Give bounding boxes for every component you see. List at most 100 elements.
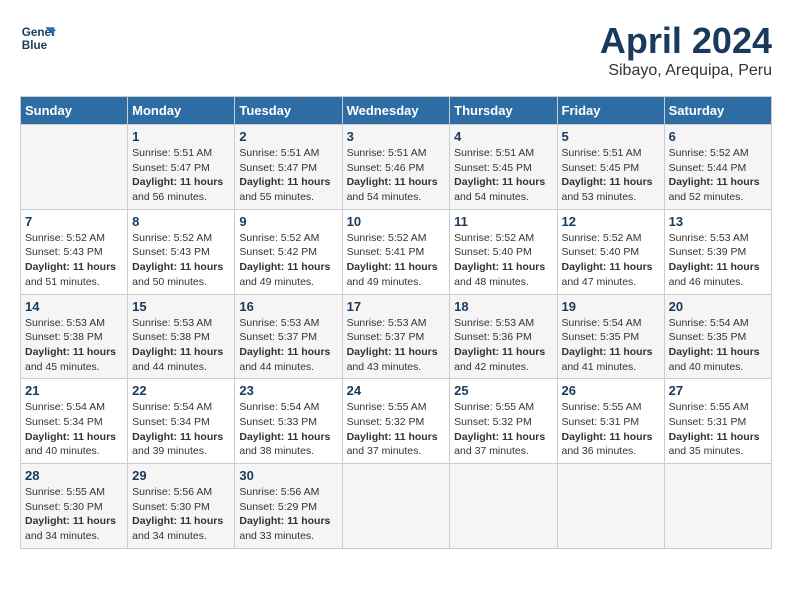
day-number: 20	[669, 299, 767, 314]
day-info: Sunrise: 5:55 AMSunset: 5:31 PMDaylight:…	[669, 400, 767, 459]
calendar-cell: 27 Sunrise: 5:55 AMSunset: 5:31 PMDayligh…	[664, 379, 771, 464]
weekday-header: Friday	[557, 97, 664, 125]
calendar-cell: 29Sunrise: 5:56 AMSunset: 5:30 PMDayligh…	[128, 464, 235, 549]
calendar-cell	[21, 125, 128, 210]
day-number: 12	[562, 214, 660, 229]
day-info: Sunrise: 5:54 AMSunset: 5:33 PMDaylight:…	[239, 400, 337, 459]
calendar-cell: 25 Sunrise: 5:55 AMSunset: 5:32 PMDayligh…	[450, 379, 557, 464]
calendar-cell: 18 Sunrise: 5:53 AMSunset: 5:36 PMDayligh…	[450, 294, 557, 379]
weekday-header: Saturday	[664, 97, 771, 125]
day-number: 29	[132, 468, 230, 483]
day-info: Sunrise: 5:51 AMSunset: 5:45 PMDaylight:…	[454, 146, 552, 205]
day-info: Sunrise: 5:52 AMSunset: 5:43 PMDaylight:…	[132, 231, 230, 290]
day-number: 28	[25, 468, 123, 483]
calendar-cell: 8 Sunrise: 5:52 AMSunset: 5:43 PMDaylight…	[128, 209, 235, 294]
calendar-cell: 14Sunrise: 5:53 AMSunset: 5:38 PMDayligh…	[21, 294, 128, 379]
day-info: Sunrise: 5:55 AMSunset: 5:32 PMDaylight:…	[454, 400, 552, 459]
calendar-week-row: 14 Sunrise: 5:53 AMSunset: 5:38 PMDayligh…	[21, 294, 772, 379]
calendar-cell: 26 Sunrise: 5:55 AMSunset: 5:31 PMDayligh…	[557, 379, 664, 464]
day-info: Sunrise: 5:52 AMSunset: 5:41 PMDaylight:…	[347, 231, 446, 290]
day-number: 10	[347, 214, 446, 229]
calendar-cell: 12 Sunrise: 5:52 AMSunset: 5:40 PMDayligh…	[557, 209, 664, 294]
day-number: 16	[239, 299, 337, 314]
day-number: 14	[25, 299, 123, 314]
calendar-cell	[342, 464, 450, 549]
day-number: 21	[25, 383, 123, 398]
day-info: Sunrise: 5:56 AMSunset: 5:29 PMDaylight:…	[239, 485, 337, 544]
day-info: Sunrise: 5:52 AMSunset: 5:43 PMDaylight:…	[25, 231, 123, 290]
calendar-cell: 7Sunrise: 5:52 AMSunset: 5:43 PMDaylight…	[21, 209, 128, 294]
calendar-cell: 10 Sunrise: 5:52 AMSunset: 5:41 PMDayligh…	[342, 209, 450, 294]
calendar-cell: 20 Sunrise: 5:54 AMSunset: 5:35 PMDayligh…	[664, 294, 771, 379]
day-info: Sunrise: 5:51 AMSunset: 5:46 PMDaylight:…	[347, 146, 446, 205]
day-number: 9	[239, 214, 337, 229]
day-number: 17	[347, 299, 446, 314]
weekday-header: Wednesday	[342, 97, 450, 125]
day-number: 24	[347, 383, 446, 398]
calendar-cell: 30 Sunrise: 5:56 AMSunset: 5:29 PMDayligh…	[235, 464, 342, 549]
svg-text:Blue: Blue	[22, 39, 48, 52]
day-number: 26	[562, 383, 660, 398]
day-number: 25	[454, 383, 552, 398]
day-number: 22	[132, 383, 230, 398]
day-number: 23	[239, 383, 337, 398]
day-info: Sunrise: 5:52 AMSunset: 5:42 PMDaylight:…	[239, 231, 337, 290]
day-number: 1	[132, 129, 230, 144]
weekday-header: Thursday	[450, 97, 557, 125]
day-info: Sunrise: 5:53 AMSunset: 5:37 PMDaylight:…	[347, 316, 446, 375]
calendar-cell: 28 Sunrise: 5:55 AMSunset: 5:30 PMDayligh…	[21, 464, 128, 549]
day-info: Sunrise: 5:51 AMSunset: 5:45 PMDaylight:…	[562, 146, 660, 205]
day-number: 30	[239, 468, 337, 483]
calendar-cell: 15 Sunrise: 5:53 AMSunset: 5:38 PMDayligh…	[128, 294, 235, 379]
logo-icon: General Blue	[20, 20, 56, 56]
calendar-week-row: 21 Sunrise: 5:54 AMSunset: 5:34 PMDayligh…	[21, 379, 772, 464]
day-info: Sunrise: 5:54 AMSunset: 5:34 PMDaylight:…	[132, 400, 230, 459]
calendar-week-row: 1 Sunrise: 5:51 AMSunset: 5:47 PMDaylight…	[21, 125, 772, 210]
page-header: General Blue General Blue April 2024 Sib…	[20, 20, 772, 80]
day-info: Sunrise: 5:54 AMSunset: 5:34 PMDaylight:…	[25, 400, 123, 459]
day-info: Sunrise: 5:53 AMSunset: 5:36 PMDaylight:…	[454, 316, 552, 375]
day-number: 18	[454, 299, 552, 314]
calendar-cell: 4 Sunrise: 5:51 AMSunset: 5:45 PMDaylight…	[450, 125, 557, 210]
calendar-cell	[557, 464, 664, 549]
calendar-week-row: 7Sunrise: 5:52 AMSunset: 5:43 PMDaylight…	[21, 209, 772, 294]
calendar-cell: 11Sunrise: 5:52 AMSunset: 5:40 PMDayligh…	[450, 209, 557, 294]
weekday-header-row: SundayMondayTuesdayWednesdayThursdayFrid…	[21, 97, 772, 125]
calendar-table: SundayMondayTuesdayWednesdayThursdayFrid…	[20, 96, 772, 549]
weekday-header: Monday	[128, 97, 235, 125]
day-number: 27	[669, 383, 767, 398]
calendar-cell: 2 Sunrise: 5:51 AMSunset: 5:47 PMDaylight…	[235, 125, 342, 210]
day-info: Sunrise: 5:51 AMSunset: 5:47 PMDaylight:…	[239, 146, 337, 205]
day-info: Sunrise: 5:52 AMSunset: 5:40 PMDaylight:…	[454, 231, 552, 290]
title-section: April 2024 Sibayo, Arequipa, Peru	[600, 20, 772, 80]
day-info: Sunrise: 5:53 AMSunset: 5:39 PMDaylight:…	[669, 231, 767, 290]
day-info: Sunrise: 5:53 AMSunset: 5:38 PMDaylight:…	[132, 316, 230, 375]
calendar-cell: 5Sunrise: 5:51 AMSunset: 5:45 PMDaylight…	[557, 125, 664, 210]
day-info: Sunrise: 5:55 AMSunset: 5:31 PMDaylight:…	[562, 400, 660, 459]
day-number: 8	[132, 214, 230, 229]
logo: General Blue General Blue	[20, 20, 56, 56]
day-number: 3	[347, 129, 446, 144]
calendar-cell: 6 Sunrise: 5:52 AMSunset: 5:44 PMDaylight…	[664, 125, 771, 210]
day-info: Sunrise: 5:54 AMSunset: 5:35 PMDaylight:…	[669, 316, 767, 375]
calendar-cell: 23 Sunrise: 5:54 AMSunset: 5:33 PMDayligh…	[235, 379, 342, 464]
day-info: Sunrise: 5:55 AMSunset: 5:32 PMDaylight:…	[347, 400, 446, 459]
day-info: Sunrise: 5:52 AMSunset: 5:44 PMDaylight:…	[669, 146, 767, 205]
calendar-cell	[450, 464, 557, 549]
calendar-cell: 13Sunrise: 5:53 AMSunset: 5:39 PMDayligh…	[664, 209, 771, 294]
day-number: 15	[132, 299, 230, 314]
calendar-cell: 17 Sunrise: 5:53 AMSunset: 5:37 PMDayligh…	[342, 294, 450, 379]
calendar-cell	[664, 464, 771, 549]
day-number: 19	[562, 299, 660, 314]
calendar-cell: 22 Sunrise: 5:54 AMSunset: 5:34 PMDayligh…	[128, 379, 235, 464]
calendar-week-row: 28 Sunrise: 5:55 AMSunset: 5:30 PMDayligh…	[21, 464, 772, 549]
calendar-cell: 1 Sunrise: 5:51 AMSunset: 5:47 PMDaylight…	[128, 125, 235, 210]
day-info: Sunrise: 5:52 AMSunset: 5:40 PMDaylight:…	[562, 231, 660, 290]
day-number: 6	[669, 129, 767, 144]
day-number: 2	[239, 129, 337, 144]
day-info: Sunrise: 5:55 AMSunset: 5:30 PMDaylight:…	[25, 485, 123, 544]
day-number: 4	[454, 129, 552, 144]
weekday-header: Tuesday	[235, 97, 342, 125]
calendar-cell: 3 Sunrise: 5:51 AMSunset: 5:46 PMDaylight…	[342, 125, 450, 210]
day-info: Sunrise: 5:51 AMSunset: 5:47 PMDaylight:…	[132, 146, 230, 205]
